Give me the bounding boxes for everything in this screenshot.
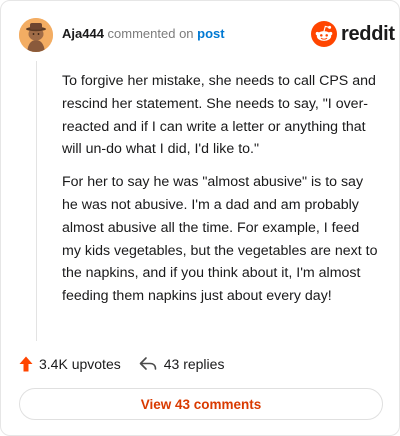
reddit-wordmark: reddit bbox=[341, 22, 395, 45]
reply-count: 43 replies bbox=[163, 356, 225, 372]
comment-body: To forgive her mistake, she needs to cal… bbox=[62, 70, 382, 318]
comment-header: Aja444 commented on post bbox=[62, 25, 225, 43]
reddit-alien-icon bbox=[311, 21, 337, 47]
reddit-logo[interactable]: reddit bbox=[311, 20, 395, 48]
upvote-count: 3.4K upvotes bbox=[39, 356, 121, 372]
comment-paragraph: For her to say he was "almost abusive" i… bbox=[62, 174, 378, 305]
user-avatar-icon[interactable] bbox=[19, 18, 53, 52]
reply-button[interactable]: 43 replies bbox=[139, 356, 225, 372]
post-link[interactable]: post bbox=[197, 26, 224, 41]
view-comments-button[interactable]: View 43 comments bbox=[19, 388, 383, 420]
comment-card: Aja444 commented on post reddit To forgi… bbox=[0, 0, 400, 436]
action-text: commented on bbox=[107, 26, 194, 41]
comment-paragraph: To forgive her mistake, she needs to cal… bbox=[62, 73, 376, 158]
upvote-arrow-icon bbox=[19, 356, 33, 372]
thread-line bbox=[36, 61, 37, 341]
upvote-button[interactable]: 3.4K upvotes bbox=[19, 356, 121, 372]
username[interactable]: Aja444 bbox=[62, 26, 104, 41]
comment-footer: 3.4K upvotes 43 replies bbox=[19, 353, 224, 375]
reply-arrow-icon bbox=[139, 357, 157, 370]
